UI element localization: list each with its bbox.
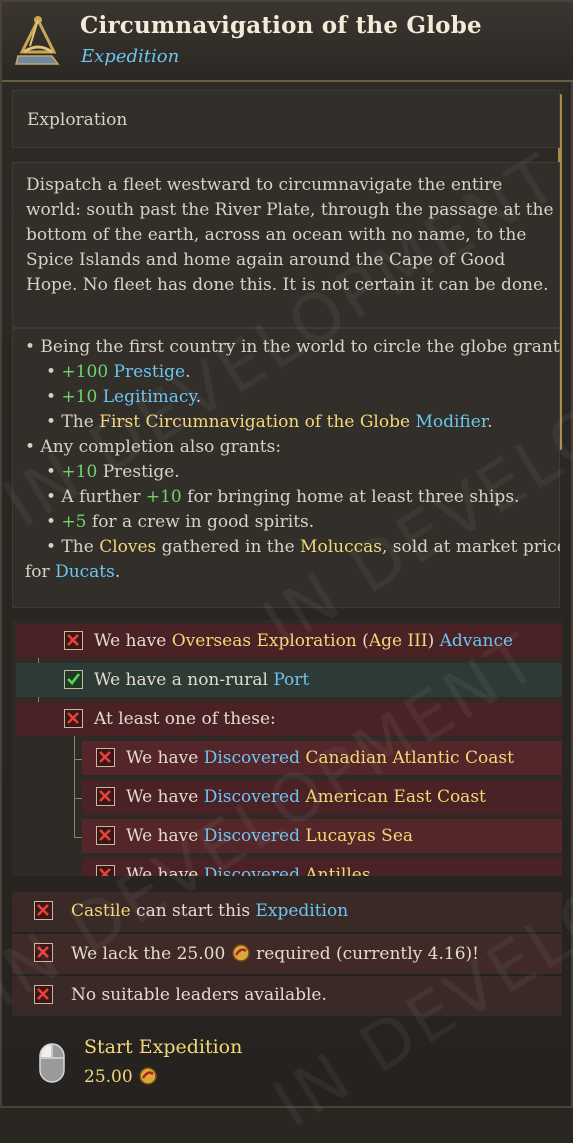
advance-name[interactable]: Overseas Exploration <box>172 631 357 651</box>
cloves-link[interactable]: Cloves <box>99 537 156 557</box>
for-label: for <box>25 562 50 582</box>
any-prestige-label: Prestige. <box>102 462 180 482</box>
requirement-row[interactable]: We have Overseas Exploration (Age III) A… <box>16 624 562 658</box>
discovered-link[interactable]: Discovered <box>204 787 300 807</box>
ducats-icon <box>231 943 251 963</box>
prestige-amount: +100 <box>61 362 109 382</box>
prestige-link[interactable]: Prestige <box>114 362 186 382</box>
cross-icon <box>34 985 53 1004</box>
crew-text: for a crew in good spirits. <box>91 512 315 532</box>
the-label: • The <box>46 412 94 432</box>
port-link[interactable]: Port <box>273 670 309 690</box>
cross-icon <box>96 748 115 767</box>
condition-row: We lack the 25.00 required (currently 4.… <box>12 934 562 974</box>
country-link[interactable]: Castile <box>71 901 131 921</box>
expedition-tooltip: Circumnavigation of the Globe Expedition… <box>0 0 573 1143</box>
further-b: for bringing home at least three ships. <box>187 487 520 507</box>
check-icon <box>64 670 83 689</box>
condition-text: Castile can start this Expedition <box>71 901 349 921</box>
description-text: Dispatch a fleet westward to circumnavig… <box>26 175 554 295</box>
category-panel: Exploration <box>12 90 560 148</box>
location-link[interactable]: Lucayas Sea <box>305 826 413 846</box>
discovered-link[interactable]: Discovered <box>204 826 300 846</box>
ducats-link[interactable]: Ducats <box>55 562 115 582</box>
condition-text: We lack the 25.00 required (currently 4.… <box>71 943 479 964</box>
modifier-name[interactable]: First Circumnavigation of the Globe <box>99 412 410 432</box>
requirement-text: We have Discovered Canadian Atlantic Coa… <box>126 748 514 768</box>
cloves-c: , sold at market price <box>381 537 560 557</box>
requirement-row[interactable]: At least one of these: <box>16 702 562 736</box>
expedition-type: Expedition <box>81 46 180 67</box>
cross-icon <box>64 631 83 650</box>
cross-icon <box>96 826 115 845</box>
crew-amount: +5 <box>61 512 87 532</box>
effect-first-intro: • Being the first country in the world t… <box>25 337 560 357</box>
discovered-link[interactable]: Discovered <box>204 865 300 876</box>
condition-row: No suitable leaders available. <box>12 976 562 1016</box>
any-prestige-amount: +10 <box>61 462 98 482</box>
modifier-link[interactable]: Modifier <box>415 412 487 432</box>
condition-row: Castile can start this Expedition <box>12 892 562 932</box>
further-a: • A further <box>46 487 141 507</box>
effect-further: • A further +10 for bringing home at lea… <box>46 487 519 507</box>
effect-any-intro: • Any completion also grants: <box>25 437 282 457</box>
requirement-text: We have Discovered Lucayas Sea <box>126 826 414 846</box>
cross-icon <box>96 787 115 806</box>
legitimacy-link[interactable]: Legitimacy <box>103 387 196 407</box>
start-expedition-button[interactable]: Start Expedition <box>84 1036 242 1058</box>
sextant-icon <box>12 12 66 68</box>
effect-ducats: for Ducats. <box>25 562 121 582</box>
start-conditions: Castile can start this Expedition We lac… <box>12 886 562 1022</box>
discovered-link[interactable]: Discovered <box>204 748 300 768</box>
cross-icon <box>34 901 53 920</box>
requirement-text: At least one of these: <box>94 709 276 729</box>
requirement-text: We have a non-rural Port <box>94 670 310 690</box>
effect-cloves: • The Cloves gathered in the Moluccas, s… <box>46 537 560 557</box>
content-area: Exploration Dispatch a fleet westward to… <box>12 90 560 610</box>
requirement-row[interactable]: We have Discovered American East Coast <box>82 780 562 814</box>
age-name[interactable]: Age III <box>369 631 428 651</box>
requirement-row[interactable]: We have Discovered Lucayas Sea <box>82 819 562 853</box>
further-amount: +10 <box>145 487 182 507</box>
cross-icon <box>64 709 83 728</box>
mouse-click-icon <box>38 1042 66 1084</box>
effect-modifier: • The First Circumnavigation of the Glob… <box>46 412 493 432</box>
cloves-b: gathered in the <box>161 537 295 557</box>
requirement-text: We have Overseas Exploration (Age III) A… <box>94 631 514 651</box>
expedition-link[interactable]: Expedition <box>255 901 348 921</box>
condition-text: No suitable leaders available. <box>71 985 327 1005</box>
location-link[interactable]: Antilles <box>305 865 370 876</box>
header: Circumnavigation of the Globe Expedition <box>2 2 573 82</box>
requirement-row[interactable]: We have Discovered Canadian Atlantic Coa… <box>82 741 562 775</box>
cross-icon <box>34 943 53 962</box>
effect-any-prestige: • +10 Prestige. <box>46 462 180 482</box>
description-panel: Dispatch a fleet westward to circumnavig… <box>12 162 560 328</box>
location-link[interactable]: American East Coast <box>305 787 485 807</box>
expedition-title: Circumnavigation of the Globe <box>80 12 482 39</box>
ducats-icon <box>138 1066 158 1086</box>
required-amount: 25.00 <box>176 944 226 964</box>
requirement-row[interactable]: We have Discovered Antilles <box>82 858 562 876</box>
effects-panel: • Being the first country in the world t… <box>12 328 560 608</box>
tree-line <box>74 736 75 838</box>
cloves-a: • The <box>46 537 94 557</box>
cross-icon <box>96 865 115 876</box>
location-link[interactable]: Canadian Atlantic Coast <box>305 748 514 768</box>
advance-link[interactable]: Advance <box>440 631 513 651</box>
effect-prestige: • +100 Prestige. <box>46 362 191 382</box>
effect-crew: • +5 for a crew in good spirits. <box>46 512 315 532</box>
requirement-text: We have Discovered American East Coast <box>126 787 486 807</box>
start-expedition-cost: 25.00 <box>84 1066 158 1087</box>
requirement-row[interactable]: We have a non-rural Port <box>16 663 562 697</box>
moluccas-link[interactable]: Moluccas <box>300 537 382 557</box>
category-label: Exploration <box>27 110 128 130</box>
effect-legitimacy: • +10 Legitimacy. <box>46 387 202 407</box>
legitimacy-amount: +10 <box>61 387 98 407</box>
requirement-text: We have Discovered Antilles <box>126 865 371 876</box>
requirements-tree: We have Overseas Exploration (Age III) A… <box>12 620 562 876</box>
